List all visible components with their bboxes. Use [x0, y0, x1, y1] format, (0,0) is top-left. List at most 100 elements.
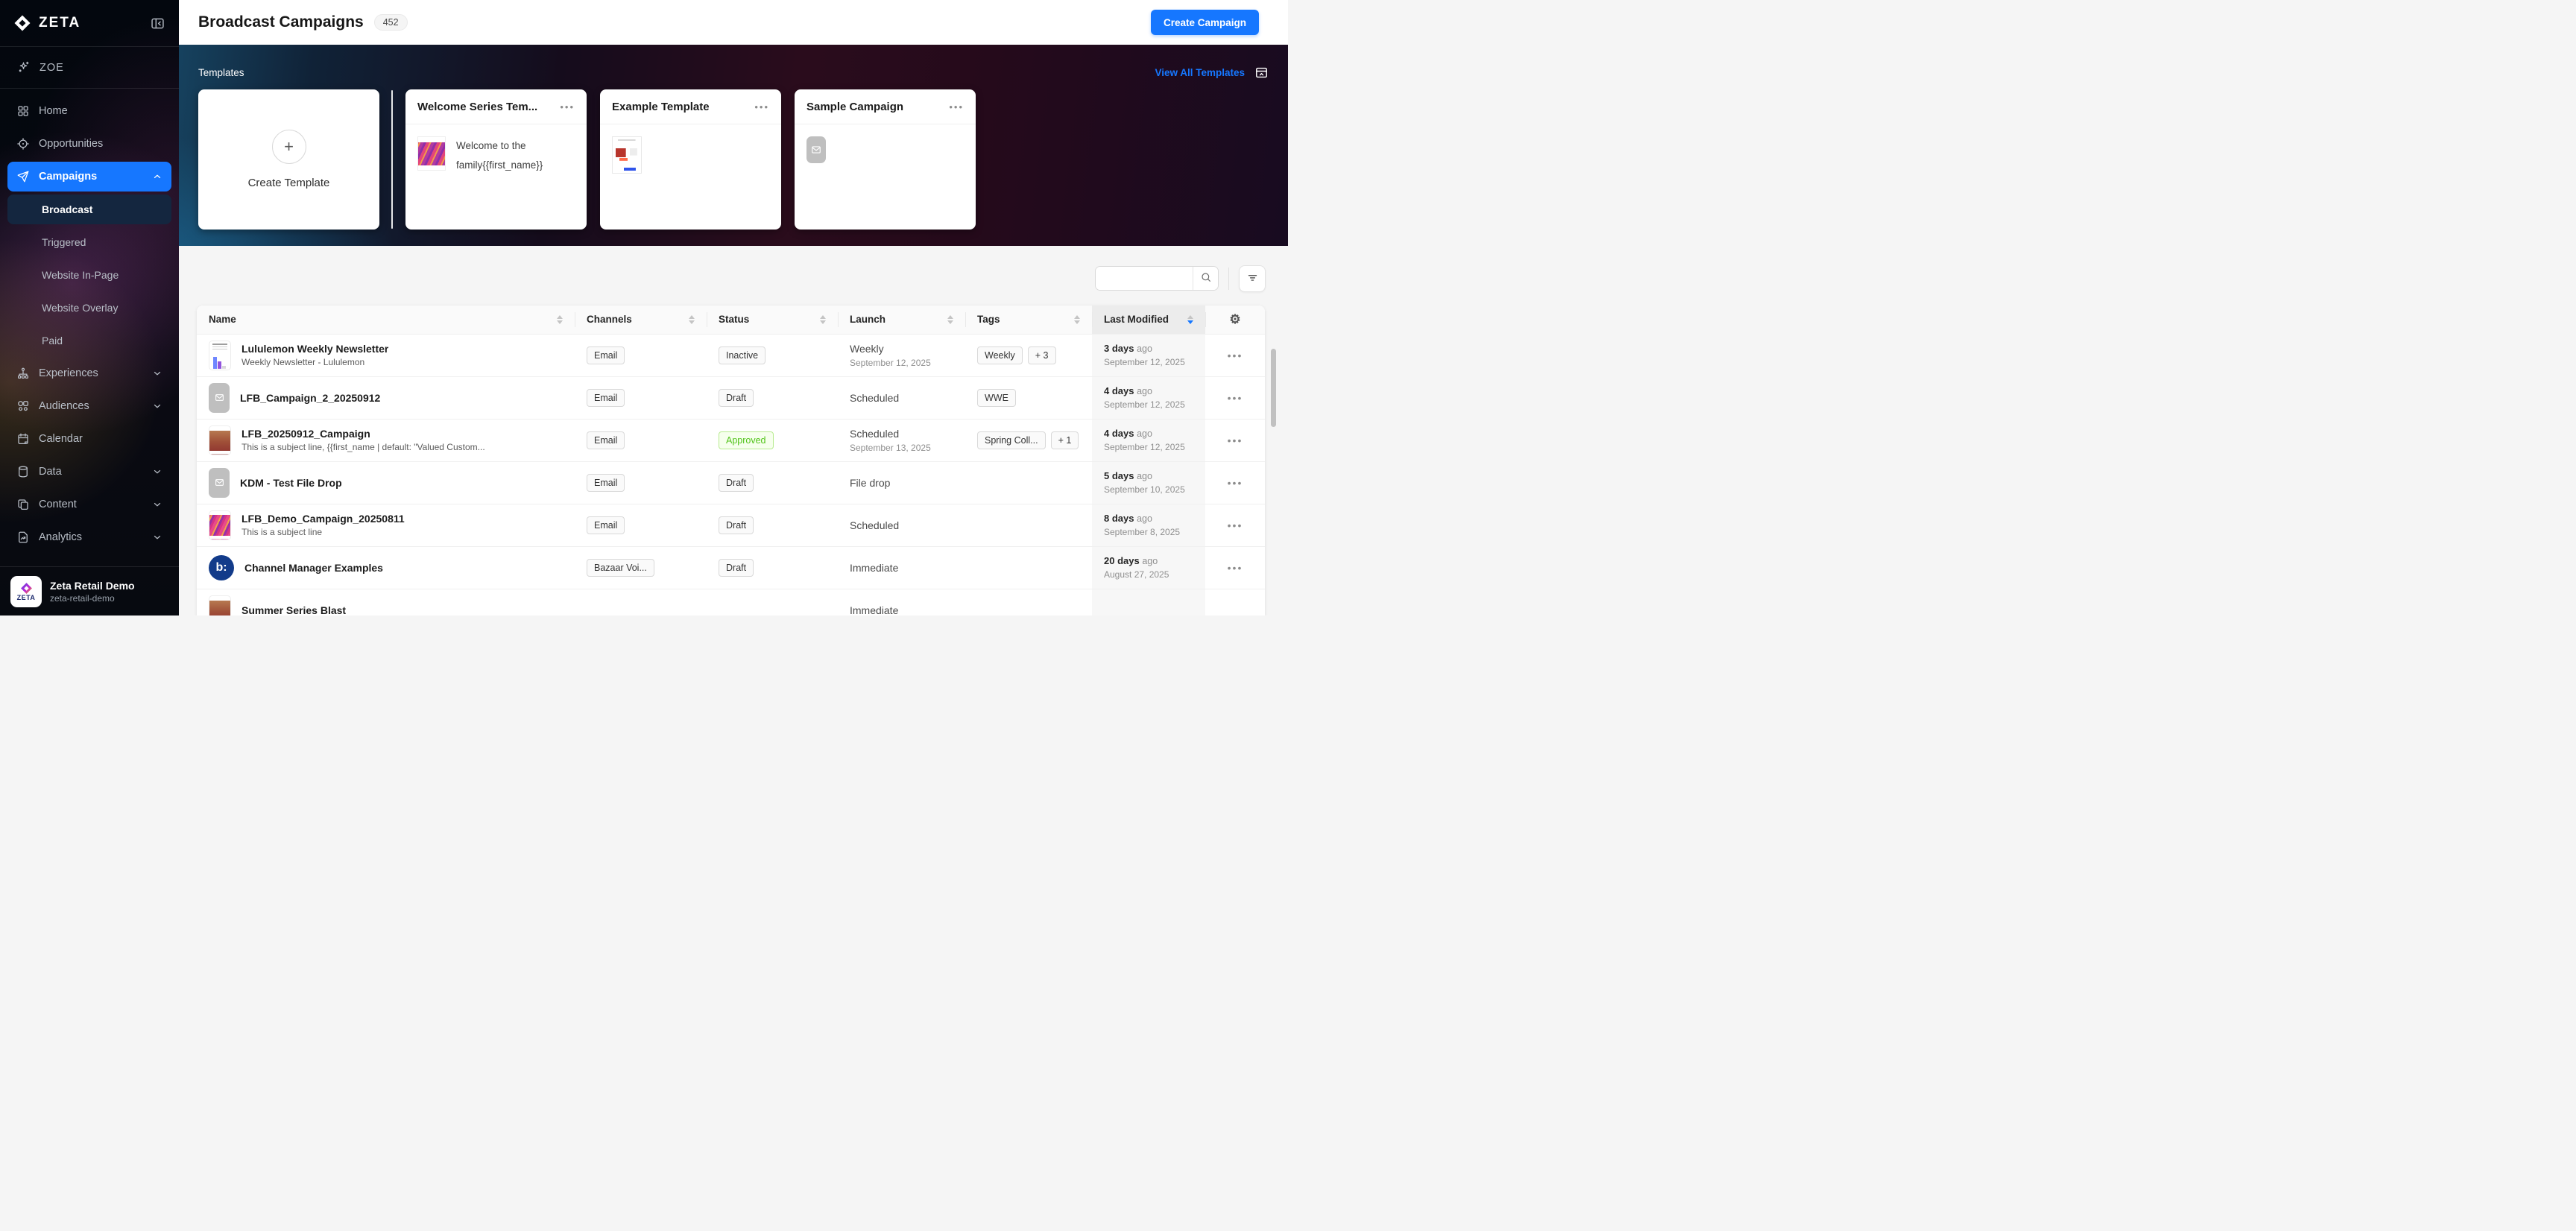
- tag-overflow-chip[interactable]: + 1: [1051, 431, 1079, 449]
- template-card-example[interactable]: Example Template •••: [600, 89, 781, 230]
- sidebar-item-audiences[interactable]: Audiences: [7, 391, 171, 421]
- tag-overflow-chip[interactable]: + 3: [1028, 346, 1056, 364]
- sidebar-item-paid[interactable]: Paid: [7, 326, 171, 355]
- search-button[interactable]: [1193, 267, 1218, 290]
- status-cell: Inactive: [707, 335, 838, 376]
- column-header-launch[interactable]: Launch: [838, 306, 965, 334]
- view-all-templates-link[interactable]: View All Templates: [1155, 67, 1245, 78]
- status-badge: Draft: [719, 559, 754, 577]
- sidebar-item-home[interactable]: Home: [7, 96, 171, 126]
- column-header-tags[interactable]: Tags: [965, 306, 1092, 334]
- sidebar-item-calendar[interactable]: Calendar: [7, 424, 171, 454]
- sidebar-item-label: ZOE: [40, 62, 64, 74]
- template-card-title: Sample Campaign: [806, 101, 903, 113]
- sidebar-item-data[interactable]: Data: [7, 457, 171, 487]
- row-more-icon[interactable]: •••: [1228, 392, 1243, 404]
- modified-relative: 5 days: [1104, 470, 1134, 481]
- row-more-icon[interactable]: •••: [1228, 349, 1243, 361]
- status-cell: Draft: [707, 504, 838, 546]
- template-thumbnail: [417, 136, 446, 171]
- sidebar-item-experiences[interactable]: Experiences: [7, 358, 171, 388]
- template-card-body: [600, 124, 781, 186]
- column-header-name[interactable]: Name: [197, 306, 575, 334]
- sidebar-item-campaigns[interactable]: Campaigns: [7, 162, 171, 192]
- launch-type: File drop: [850, 477, 890, 489]
- campaign-subtitle: This is a subject line, {{first_name | d…: [242, 442, 485, 452]
- filter-button[interactable]: [1239, 265, 1266, 292]
- modified-date: September 12, 2025: [1104, 357, 1185, 367]
- row-more-icon[interactable]: •••: [1228, 562, 1243, 574]
- sidebar-item-website-overlay[interactable]: Website Overlay: [7, 293, 171, 323]
- filter-icon: [1246, 271, 1259, 286]
- envelope-icon: [806, 136, 826, 163]
- table-row[interactable]: Summer Series Blast Immediate: [197, 589, 1265, 616]
- more-icon[interactable]: •••: [560, 102, 575, 112]
- table-row[interactable]: KDM - Test File Drop Email Draft File dr…: [197, 461, 1265, 504]
- campaign-name[interactable]: LFB_Campaign_2_20250912: [240, 392, 380, 404]
- table-toolbar: [201, 265, 1266, 292]
- scrollbar-thumb[interactable]: [1271, 349, 1276, 427]
- row-more-icon[interactable]: •••: [1228, 434, 1243, 446]
- row-more-icon[interactable]: •••: [1228, 477, 1243, 489]
- campaign-name[interactable]: Channel Manager Examples: [244, 562, 383, 574]
- brand-name: ZETA: [39, 15, 80, 31]
- campaign-name[interactable]: Summer Series Blast: [242, 604, 346, 616]
- sidebar-item-triggered[interactable]: Triggered: [7, 227, 171, 257]
- campaign-thumbnail: [209, 595, 231, 616]
- sidebar-item-website-in-page[interactable]: Website In-Page: [7, 260, 171, 290]
- sidebar-nav: Home Opportunities Campaigns Broadcast: [0, 89, 179, 566]
- table-row[interactable]: Lululemon Weekly Newsletter Weekly Newsl…: [197, 334, 1265, 376]
- sidebar-item-zoe[interactable]: ZOE: [0, 47, 179, 89]
- calendar-icon: [16, 432, 30, 446]
- table-row[interactable]: LFB_Demo_Campaign_20250811 This is a sub…: [197, 504, 1265, 546]
- name-cell: Lululemon Weekly Newsletter Weekly Newsl…: [197, 335, 575, 376]
- sidebar-item-analytics[interactable]: Analytics: [7, 522, 171, 552]
- modified-ago: ago: [1137, 428, 1152, 439]
- sidebar-collapse-icon[interactable]: [150, 16, 165, 31]
- template-card-sample-campaign[interactable]: Sample Campaign •••: [795, 89, 976, 230]
- column-header-channels[interactable]: Channels: [575, 306, 707, 334]
- collapse-templates-icon[interactable]: [1254, 66, 1269, 80]
- launch-cell: Scheduled: [838, 504, 965, 546]
- sort-icon: [551, 315, 563, 324]
- create-template-card[interactable]: + Create Template: [198, 89, 379, 230]
- sidebar-item-content[interactable]: Content: [7, 490, 171, 519]
- table-row[interactable]: LFB_Campaign_2_20250912 Email Draft Sche…: [197, 376, 1265, 419]
- template-card-welcome-series[interactable]: Welcome Series Tem... ••• Welcome to the…: [405, 89, 587, 230]
- campaign-name[interactable]: LFB_20250912_Campaign: [242, 428, 485, 440]
- column-settings-button[interactable]: ⚙: [1205, 306, 1265, 334]
- page-header: Broadcast Campaigns 452 Create Campaign: [179, 0, 1288, 45]
- campaign-name[interactable]: KDM - Test File Drop: [240, 477, 342, 489]
- cards-divider: [391, 90, 393, 229]
- tag-chip: Weekly: [977, 346, 1023, 364]
- sort-icon: [1068, 315, 1080, 324]
- create-campaign-button[interactable]: Create Campaign: [1151, 10, 1259, 35]
- launch-cell: File drop: [838, 462, 965, 504]
- last-modified-cell: 20 days ago August 27, 2025: [1092, 547, 1205, 589]
- launch-date: September 12, 2025: [850, 358, 931, 368]
- status-badge: Draft: [719, 389, 754, 407]
- row-more-icon[interactable]: •••: [1228, 519, 1243, 531]
- workspace-switcher[interactable]: ZETA Zeta Retail Demo zeta-retail-demo: [0, 566, 179, 616]
- search-icon: [1200, 271, 1212, 285]
- launch-type: Immediate: [850, 604, 898, 616]
- template-card-header: Sample Campaign •••: [795, 89, 976, 124]
- launch-type: Immediate: [850, 562, 898, 574]
- sidebar-item-opportunities[interactable]: Opportunities: [7, 129, 171, 159]
- campaign-name[interactable]: LFB_Demo_Campaign_20250811: [242, 513, 405, 525]
- launch-cell: WeeklySeptember 12, 2025: [838, 335, 965, 376]
- campaign-name[interactable]: Lululemon Weekly Newsletter: [242, 343, 388, 355]
- column-header-status[interactable]: Status: [707, 306, 838, 334]
- sort-icon-active: [1181, 315, 1193, 324]
- table-row[interactable]: b: Channel Manager Examples Bazaar Voi..…: [197, 546, 1265, 589]
- channels-cell: Email: [575, 335, 707, 376]
- envelope-icon: [209, 383, 230, 413]
- table-row[interactable]: LFB_20250912_Campaign This is a subject …: [197, 419, 1265, 461]
- search-input[interactable]: [1096, 267, 1193, 290]
- column-header-last-modified[interactable]: Last Modified: [1092, 306, 1205, 334]
- modified-relative: 3 days: [1104, 343, 1134, 354]
- more-icon[interactable]: •••: [949, 102, 964, 112]
- sidebar-item-broadcast[interactable]: Broadcast: [7, 194, 171, 224]
- more-icon[interactable]: •••: [754, 102, 769, 112]
- shapes-icon: [16, 399, 30, 413]
